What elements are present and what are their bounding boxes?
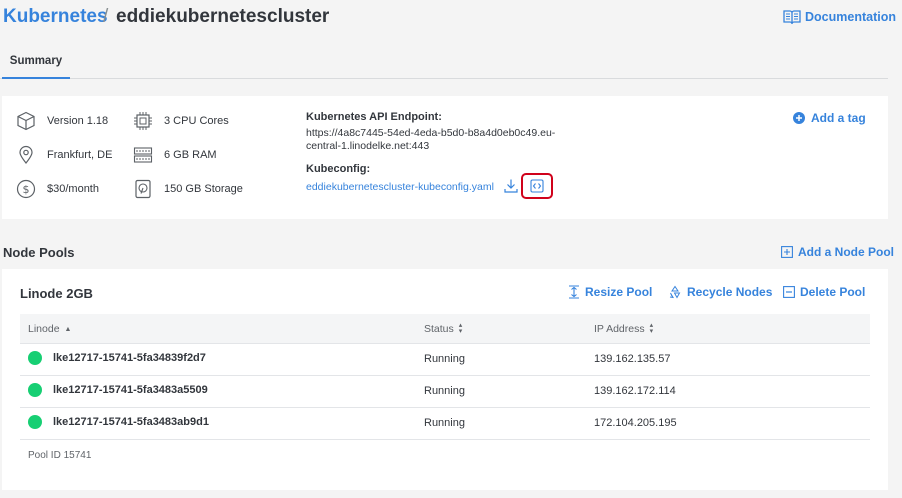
dollar-icon: $ — [16, 179, 36, 199]
column-status-label: Status — [424, 323, 454, 335]
node-ip-address: 139.162.172.114 — [594, 385, 676, 397]
recycle-icon — [669, 285, 681, 299]
api-endpoint-value: https://4a8c7445-54ed-4eda-b5d0-b8a4d0eb… — [306, 127, 556, 152]
node-status: Running — [424, 417, 465, 429]
node-ip-address: 172.104.205.195 — [594, 417, 677, 429]
recycle-nodes-button[interactable]: Recycle Nodes — [668, 285, 772, 299]
column-header-ip-address[interactable]: IP Address ▴ ▾ — [594, 322, 654, 335]
resize-icon — [569, 285, 579, 299]
plus-square-icon — [781, 246, 793, 258]
node-name-cell[interactable]: lke12717-15741-5fa3483ab9d1 — [28, 415, 209, 429]
kubeconfig-download-link[interactable]: eddiekubernetescluster-kubeconfig.yaml — [306, 181, 494, 193]
tab-summary[interactable]: Summary — [2, 44, 70, 79]
svg-text:$: $ — [23, 183, 30, 196]
column-header-linode[interactable]: Linode ▲ — [28, 323, 71, 335]
book-icon — [783, 10, 801, 25]
column-header-status[interactable]: Status ▴ ▾ — [424, 322, 463, 335]
node-name-cell[interactable]: lke12717-15741-5fa34839f2d7 — [28, 351, 206, 365]
api-endpoint-label: Kubernetes API Endpoint: — [306, 111, 442, 123]
view-kubeconfig-button[interactable] — [521, 173, 553, 199]
page-title[interactable]: eddiekubernetescluster — [116, 6, 329, 28]
node-status: Running — [424, 353, 465, 365]
tab-bar: Summary — [0, 44, 888, 79]
ram-text: 6 GB RAM — [164, 149, 217, 161]
node-name-cell[interactable]: lke12717-15741-5fa3483a5509 — [28, 383, 208, 397]
spec-cpu: 3 CPU Cores — [133, 111, 229, 131]
table-row[interactable]: lke12717-15741-5fa3483ab9d1 Running 172.… — [20, 408, 870, 440]
add-node-pool-label: Add a Node Pool — [798, 245, 894, 259]
table-row[interactable]: lke12717-15741-5fa3483a5509 Running 139.… — [20, 376, 870, 408]
cube-icon — [17, 111, 35, 131]
cpu-icon — [134, 112, 152, 130]
add-node-pool-button[interactable]: Add a Node Pool — [781, 245, 894, 259]
code-view-icon — [530, 179, 544, 193]
kubeconfig-label: Kubeconfig: — [306, 163, 371, 175]
storage-drive-icon — [135, 179, 151, 199]
node-status: Running — [424, 385, 465, 397]
column-linode-label: Linode — [28, 323, 60, 335]
node-name: lke12717-15741-5fa3483ab9d1 — [53, 416, 209, 428]
add-tag-button[interactable]: Add a tag — [793, 111, 866, 125]
node-ip-address: 139.162.135.57 — [594, 353, 671, 365]
pool-title: Linode 2GB — [20, 286, 93, 301]
sort-icon: ▴ ▾ — [649, 322, 654, 335]
resize-pool-button[interactable]: Resize Pool — [568, 285, 652, 299]
status-running-dot-icon — [28, 351, 42, 365]
delete-pool-label: Delete Pool — [800, 285, 866, 299]
cpu-text: 3 CPU Cores — [164, 115, 229, 127]
breadcrumb-separator: / — [103, 6, 109, 27]
sort-ascending-icon: ▲ — [64, 325, 72, 333]
download-icon[interactable] — [503, 178, 519, 194]
delete-pool-button[interactable]: Delete Pool — [783, 285, 865, 299]
node-name: lke12717-15741-5fa34839f2d7 — [53, 352, 206, 364]
cluster-summary-card: Version 1.18 Frankfurt, DE $ $30/month 3… — [2, 96, 888, 219]
spec-storage: 150 GB Storage — [133, 179, 243, 199]
table-row[interactable]: lke12717-15741-5fa34839f2d7 Running 139.… — [20, 344, 870, 376]
plus-circle-icon — [793, 112, 805, 124]
region-text: Frankfurt, DE — [47, 149, 113, 161]
breadcrumb-kubernetes-link[interactable]: Kubernetes — [3, 6, 108, 28]
location-pin-icon — [19, 145, 33, 164]
spec-version: Version 1.18 — [16, 111, 108, 131]
status-running-dot-icon — [28, 415, 42, 429]
spec-ram: 6 GB RAM — [133, 145, 217, 165]
price-text: $30/month — [47, 183, 99, 195]
node-table-header: Linode ▲ Status ▴ ▾ IP Address ▴ ▾ — [20, 314, 870, 344]
spec-region: Frankfurt, DE — [16, 145, 112, 165]
minus-square-icon — [783, 286, 795, 298]
version-text: Version 1.18 — [47, 115, 109, 127]
spec-price: $ $30/month — [16, 179, 99, 199]
recycle-nodes-label: Recycle Nodes — [687, 285, 773, 299]
column-ip-label: IP Address — [594, 323, 645, 335]
node-name: lke12717-15741-5fa3483a5509 — [53, 384, 208, 396]
sort-icon: ▴ ▾ — [458, 322, 463, 335]
add-tag-label: Add a tag — [811, 111, 866, 125]
status-running-dot-icon — [28, 383, 42, 397]
documentation-label: Documentation — [805, 10, 896, 24]
ram-icon — [133, 147, 153, 163]
node-pools-heading: Node Pools — [3, 245, 75, 260]
resize-pool-label: Resize Pool — [585, 285, 653, 299]
pool-id-text: Pool ID 15741 — [28, 450, 92, 461]
documentation-link[interactable]: Documentation — [783, 9, 896, 25]
node-pool-card: Linode 2GB Resize Pool Recycle Nodes Del… — [2, 269, 888, 490]
storage-text: 150 GB Storage — [164, 183, 243, 195]
